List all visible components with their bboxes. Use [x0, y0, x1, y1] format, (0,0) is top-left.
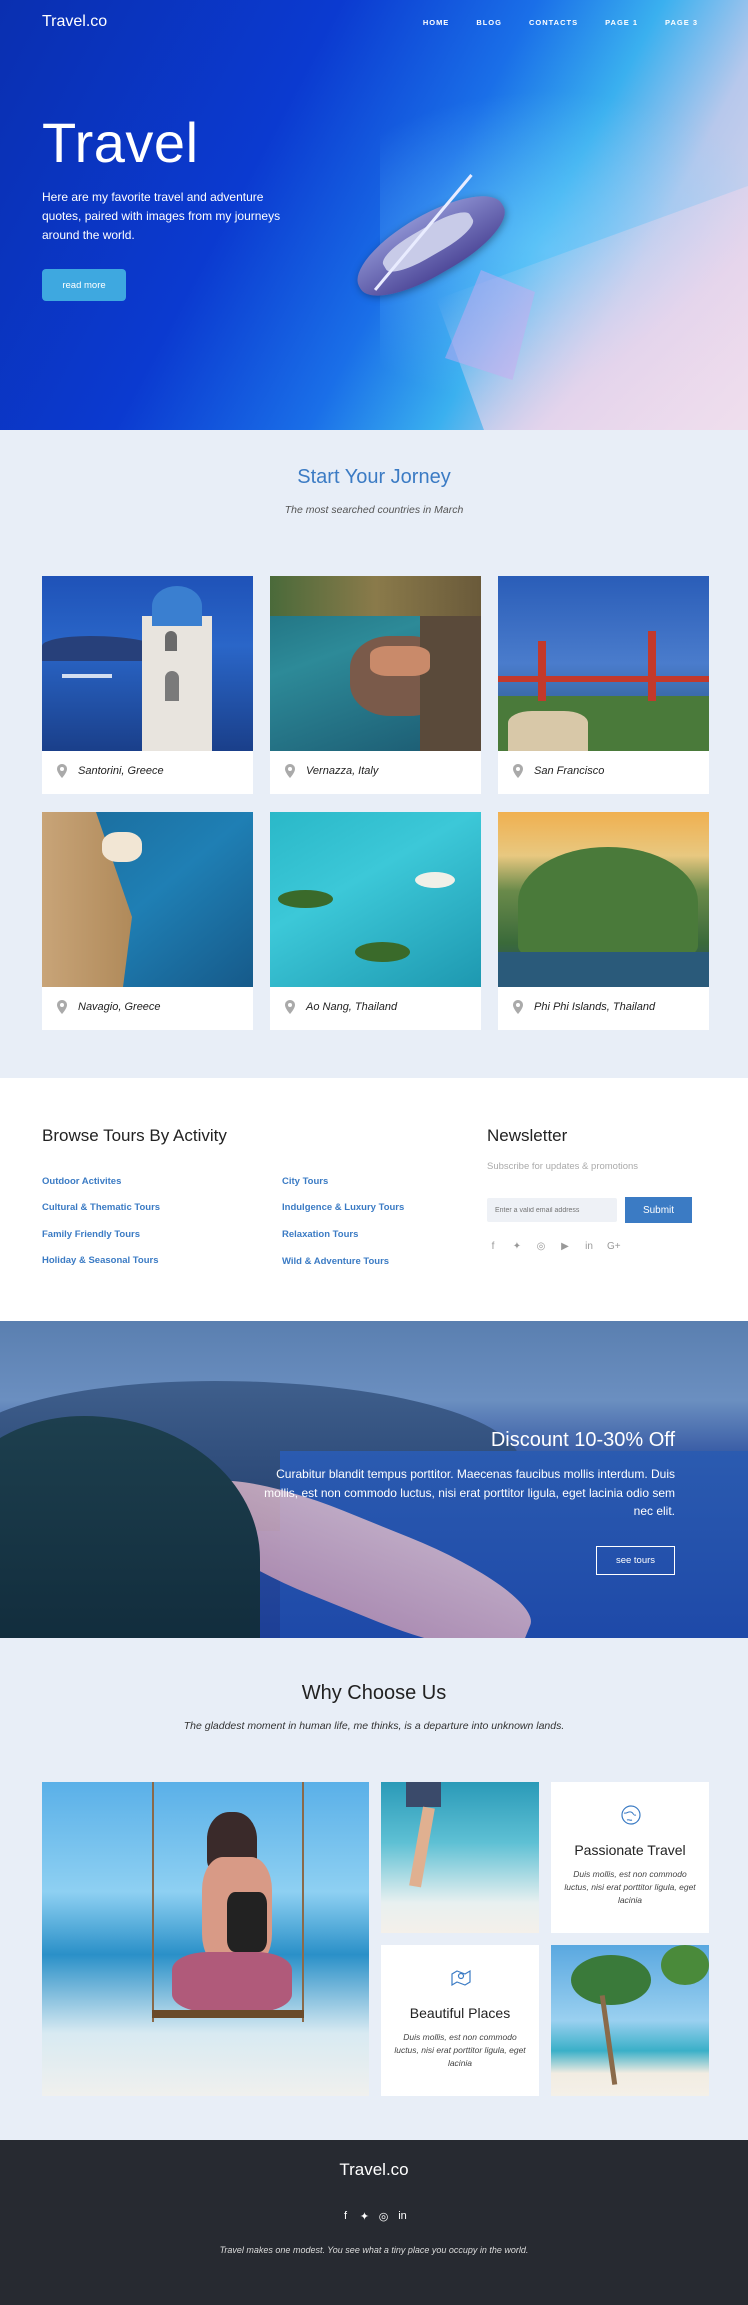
destination-label: Navagio, Greece — [78, 1001, 161, 1013]
feature-description: Duis mollis, est non commodo luctus, nis… — [394, 2032, 526, 2068]
email-field[interactable] — [487, 1198, 617, 1222]
see-tours-button[interactable]: see tours — [596, 1546, 675, 1575]
feature-description: Duis mollis, est non commodo luctus, nis… — [564, 1869, 696, 1905]
twitter-icon[interactable]: ✦ — [511, 1241, 523, 1253]
tour-link[interactable]: Relaxation Tours — [282, 1229, 358, 1240]
linkedin-icon[interactable]: in — [398, 2210, 408, 2223]
section-title: Why Choose Us — [301, 1682, 447, 1704]
destination-card[interactable]: San Francisco — [498, 576, 709, 794]
facebook-icon[interactable]: f — [341, 2210, 351, 2223]
discount-section: Discount 10-30% Off Curabitur blandit te… — [0, 1321, 748, 1638]
browse-title: Browse Tours By Activity — [42, 1126, 227, 1145]
instagram-icon[interactable]: ◎ — [535, 1241, 547, 1253]
browse-section: Browse Tours By Activity Outdoor Activit… — [0, 1078, 748, 1321]
map-pin-icon — [57, 1000, 67, 1014]
destination-card[interactable]: Navagio, Greece — [42, 812, 253, 1030]
palm-trees-photo — [551, 1945, 709, 2096]
youtube-icon[interactable]: ▶ — [559, 1241, 571, 1253]
newsletter-title: Newsletter — [487, 1126, 568, 1145]
tour-link[interactable]: Indulgence & Luxury Tours — [282, 1202, 404, 1213]
main-nav: HOME BLOG CONTACTS PAGE 1 PAGE 3 — [423, 18, 698, 27]
discount-description: Curabitur blandit tempus porttitor. Maec… — [264, 1467, 675, 1518]
site-logo[interactable]: Travel.co — [42, 13, 107, 31]
destination-card[interactable]: Santorini, Greece — [42, 576, 253, 794]
social-links: f ✦ ◎ ▶ in G+ — [487, 1241, 621, 1253]
discount-title: Discount 10-30% Off — [490, 1429, 675, 1451]
hero-description: Here are my favorite travel and adventur… — [42, 190, 281, 242]
swing-photo — [42, 1782, 369, 2096]
nav-home[interactable]: HOME — [423, 18, 450, 27]
beach-run-photo — [381, 1782, 539, 1933]
map-pin-icon — [513, 764, 523, 778]
destination-photo — [498, 812, 709, 987]
map-pin-icon — [285, 764, 295, 778]
tour-link[interactable]: Holiday & Seasonal Tours — [42, 1255, 159, 1266]
footer-social-links: f ✦ ◎ in — [0, 2210, 748, 2223]
google-plus-icon[interactable]: G+ — [607, 1241, 621, 1253]
section-title: Start Your Jorney — [297, 466, 451, 488]
why-section: Why Choose Us The gladdest moment in hum… — [0, 1638, 748, 2140]
newsletter-subtitle: Subscribe for updates & promotions — [487, 1161, 639, 1172]
nav-blog[interactable]: BLOG — [476, 18, 502, 27]
map-pin-icon — [57, 764, 67, 778]
nav-page-1[interactable]: PAGE 1 — [605, 18, 638, 27]
footer-tagline: Travel makes one modest. You see what a … — [219, 2245, 529, 2255]
hero-section: Travel.co HOME BLOG CONTACTS PAGE 1 PAGE… — [0, 0, 748, 430]
destination-photo — [270, 576, 481, 751]
destination-card[interactable]: Ao Nang, Thailand — [270, 812, 481, 1030]
destination-label: Ao Nang, Thailand — [306, 1001, 398, 1013]
feature-card: Beautiful Places Duis mollis, est non co… — [381, 1945, 539, 2096]
destination-label: Santorini, Greece — [78, 765, 164, 777]
tour-link[interactable]: City Tours — [282, 1176, 328, 1187]
nav-page-3[interactable]: PAGE 3 — [665, 18, 698, 27]
destination-label: Vernazza, Italy — [306, 765, 379, 777]
tour-link[interactable]: Cultural & Thematic Tours — [42, 1202, 160, 1213]
nav-contacts[interactable]: CONTACTS — [529, 18, 578, 27]
destination-photo — [270, 812, 481, 987]
footer: Travel.co f ✦ ◎ in Travel makes one mode… — [0, 2140, 748, 2305]
feature-card: Passionate Travel Duis mollis, est non c… — [551, 1782, 709, 1933]
facebook-icon[interactable]: f — [487, 1241, 499, 1253]
destination-photo — [42, 576, 253, 751]
hero-title: Travel — [42, 111, 199, 174]
destination-photo — [42, 812, 253, 987]
tour-link[interactable]: Wild & Adventure Tours — [282, 1256, 389, 1267]
globe-icon — [621, 1805, 641, 1825]
destination-photo — [498, 576, 709, 751]
journey-section: Start Your Jorney The most searched coun… — [0, 430, 748, 1078]
destination-label: San Francisco — [534, 765, 605, 777]
footer-logo[interactable]: Travel.co — [0, 2160, 748, 2180]
linkedin-icon[interactable]: in — [583, 1241, 595, 1253]
feature-title: Passionate Travel — [574, 1842, 686, 1858]
twitter-icon[interactable]: ✦ — [360, 2210, 370, 2223]
instagram-icon[interactable]: ◎ — [379, 2210, 389, 2223]
read-more-button[interactable]: read more — [42, 269, 126, 301]
feature-title: Beautiful Places — [409, 2005, 511, 2021]
map-pin-icon — [285, 1000, 295, 1014]
map-pin-icon — [513, 1000, 523, 1014]
section-subtitle: The most searched countries in March — [284, 504, 464, 516]
destination-label: Phi Phi Islands, Thailand — [534, 1001, 656, 1013]
destination-card[interactable]: Vernazza, Italy — [270, 576, 481, 794]
tour-link[interactable]: Outdoor Activites — [42, 1176, 121, 1187]
submit-button[interactable]: Submit — [625, 1197, 692, 1223]
map-pin-icon — [451, 1969, 471, 1987]
tour-link[interactable]: Family Friendly Tours — [42, 1229, 140, 1240]
section-subtitle: The gladdest moment in human life, me th… — [183, 1720, 565, 1732]
destination-card[interactable]: Phi Phi Islands, Thailand — [498, 812, 709, 1030]
